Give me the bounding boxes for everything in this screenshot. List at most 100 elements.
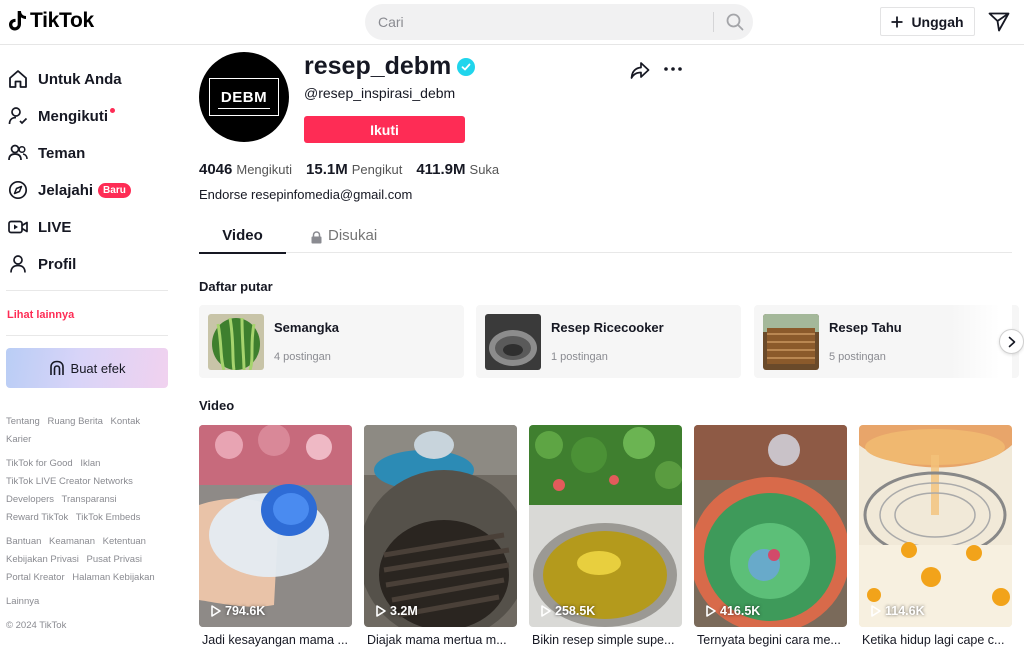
playlist-card[interactable]: Semangka 4 postingan [199,305,464,378]
footer-link[interactable]: Bantuan [6,536,41,547]
videos-heading: Video [199,398,235,413]
footer-link-more[interactable]: Lainnya [6,596,39,607]
username-text: resep_debm [304,52,452,80]
sidebar-item-label: Mengikuti [38,107,108,125]
sidebar-item-for-you[interactable]: Untuk Anda [8,64,122,94]
footer-link[interactable]: Keamanan [49,536,95,547]
compass-icon [8,180,28,200]
video-card[interactable]: 114.6K Ketika hidup lagi cape c... [859,425,1012,647]
video-caption[interactable]: Ternyata begini cara me... [694,633,844,647]
video-caption[interactable]: Ketika hidup lagi cape c... [859,633,1009,647]
search-bar [365,4,753,40]
tab-videos[interactable]: Video [199,221,286,254]
sidebar: Untuk Anda Mengikuti Teman Jelajahi Baru… [0,46,178,653]
following-count: 4046 [199,161,233,178]
more-options-button[interactable] [662,59,684,79]
copyright: © 2024 TikTok [6,620,67,631]
playlist-card[interactable]: Resep Ricecooker 1 postingan [476,305,741,378]
sidebar-item-label: Teman [38,144,86,162]
footer-link[interactable]: Portal Kreator [6,572,65,583]
search-button[interactable] [717,4,753,40]
video-card[interactable]: 3.2M Diajak mama mertua m... [364,425,517,647]
play-icon [871,605,881,617]
video-caption[interactable]: Diajak mama mertua m... [364,633,514,647]
video-card[interactable]: 258.5K Bikin resep simple supe... [529,425,682,647]
video-thumbnail: 258.5K [529,425,682,627]
follow-button[interactable]: Ikuti [304,116,465,143]
upload-label: Unggah [911,13,964,30]
create-effect-button[interactable]: Buat efek [6,348,168,388]
friends-icon [8,143,28,163]
profile-avatar[interactable]: DEBM [199,52,289,142]
send-icon [988,12,1010,32]
likes-stat: 411.9M Suka [416,161,499,178]
view-count-text: 258.5K [555,604,596,618]
profile-username: resep_debm [304,52,476,81]
share-icon [630,62,650,79]
playlist-name: Resep Ricecooker [551,320,664,335]
footer-link[interactable]: Reward TikTok [6,512,68,523]
footer-link[interactable]: TikTok Embeds [76,512,141,523]
view-count-text: 114.6K [885,604,925,618]
inbox-button[interactable] [986,10,1012,34]
share-button[interactable] [630,60,650,80]
video-card[interactable]: 794.6K Jadi kesayangan mama ... [199,425,352,647]
video-thumbnail: 794.6K [199,425,352,627]
footer-link[interactable]: Tentang [6,416,40,427]
sidebar-item-live[interactable]: LIVE [8,212,71,242]
playlist-next-button[interactable] [999,329,1024,354]
likes-count: 411.9M [416,161,466,178]
video-caption[interactable]: Bikin resep simple supe... [529,633,679,647]
playlist-thumbnail [763,314,819,370]
footer-link[interactable]: Ketentuan [103,536,146,547]
footer-link[interactable]: Kebijakan Privasi [6,554,79,565]
footer-link[interactable]: Karier [6,434,31,445]
tab-liked[interactable]: Disukai [311,221,377,253]
footer-link[interactable]: TikTok LIVE Creator Networks [6,476,133,487]
lock-icon [311,231,322,244]
sidebar-item-explore[interactable]: Jelajahi Baru [8,175,131,205]
search-icon [726,13,744,31]
plus-icon [891,16,903,27]
video-card[interactable]: 416.5K Ternyata begini cara me... [694,425,847,647]
video-caption[interactable]: Jadi kesayangan mama ... [199,633,349,647]
followers-stat[interactable]: 15.1M Pengikut [306,161,402,178]
top-bar: TikTok Unggah [0,0,1024,45]
sidebar-item-friends[interactable]: Teman [8,138,85,168]
view-count: 114.6K [871,604,925,618]
footer-link[interactable]: Developers [6,494,54,505]
footer-link[interactable]: TikTok for Good [6,458,73,469]
sidebar-divider [6,335,168,336]
footer-link[interactable]: Halaman Kebijakan [72,572,154,583]
footer-link[interactable]: Pusat Privasi [87,554,142,565]
effect-house-icon [49,360,64,375]
play-icon [376,605,386,617]
footer-link[interactable]: Ruang Berita [47,416,102,427]
sidebar-item-label: Untuk Anda [38,70,122,88]
new-badge: Baru [98,182,131,198]
footer-link[interactable]: Iklan [80,458,100,469]
profile-icon [8,254,28,274]
search-input[interactable] [365,4,711,40]
view-count: 416.5K [706,604,760,618]
see-more-link[interactable]: Lihat lainnya [7,309,74,321]
tab-label: Video [222,227,263,244]
sidebar-divider [6,290,168,291]
tiktok-logo[interactable]: TikTok [8,9,94,33]
sidebar-item-following[interactable]: Mengikuti [8,101,115,131]
following-stat[interactable]: 4046 Mengikuti [199,161,292,178]
video-thumbnail: 416.5K [694,425,847,627]
view-count-text: 794.6K [225,604,266,618]
sidebar-item-label: LIVE [38,218,72,236]
sidebar-item-profile[interactable]: Profil [8,249,76,279]
upload-button[interactable]: Unggah [880,7,975,36]
video-thumbnail: 114.6K [859,425,1012,627]
live-icon [8,217,28,237]
following-label: Mengikuti [236,162,293,177]
footer-link[interactable]: Transparansi [62,494,117,505]
tiktok-logo-icon [9,11,26,31]
home-icon [8,69,28,89]
footer-link[interactable]: Kontak [111,416,141,427]
create-effect-label: Buat efek [70,360,126,376]
profile-bio: Endorse resepinfomedia@gmail.com [199,187,413,202]
